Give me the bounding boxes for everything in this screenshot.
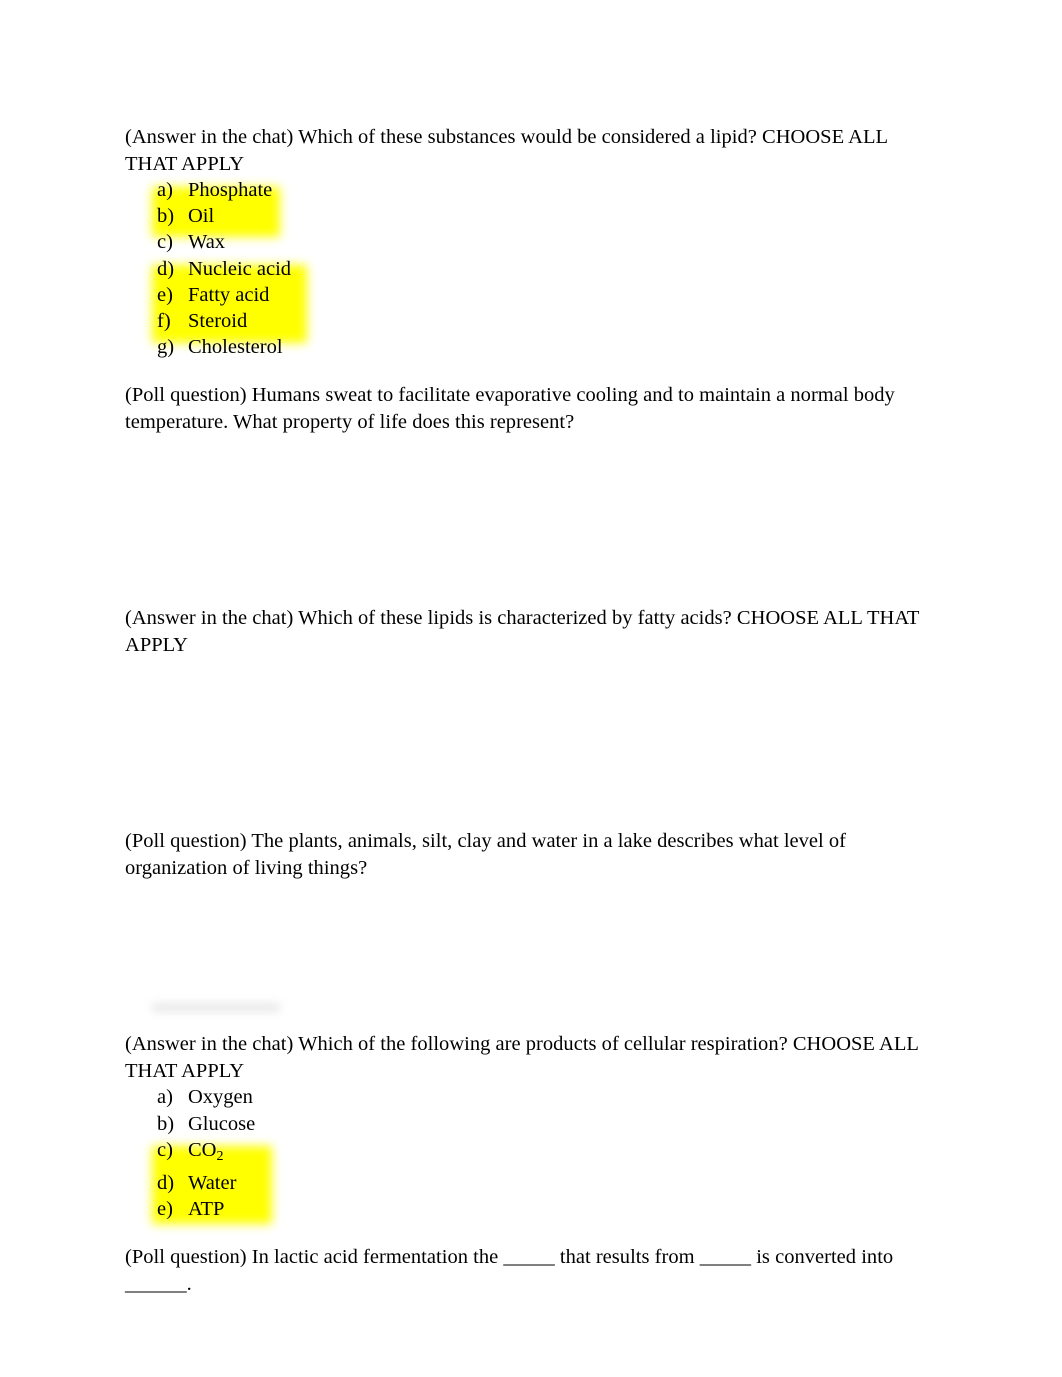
list-item: c) Wax [125,229,935,255]
question-3-prompt: (Answer in the chat) Which of these lipi… [125,607,920,656]
choice-marker: f) [157,310,171,333]
question-2-prompt: (Poll question) Humans sweat to facilita… [125,384,895,433]
choice-label: Glucose [188,1112,256,1135]
list-item: e) ATP [125,1196,935,1222]
choice-label: Fatty acid [188,283,270,306]
choice-marker: b) [157,205,175,228]
question-block-3: (Answer in the chat) Which of these lipi… [125,605,935,658]
choice-label: Cholesterol [188,336,283,359]
list-item: b) Oil [125,203,935,229]
list-item: d) Water [125,1170,935,1196]
list-item: a) Phosphate [125,177,935,203]
list-item: b) Glucose [125,1111,935,1137]
choice-marker: e) [157,1198,173,1221]
choice-label: Nucleic acid [188,257,292,280]
choice-marker: c) [157,1138,173,1161]
question-5-choices-wrap: a) Oxygen b) Glucose c) CO2 d) Water e) ATP [125,1084,935,1225]
question-5-choices: a) Oxygen b) Glucose c) CO2 d) Water e) ATP [125,1084,935,1222]
choice-label-subscript: 2 [216,1148,224,1164]
question-block-1: (Answer in the chat) Which of these subs… [125,124,935,360]
question-block-6: (Poll question) In lactic acid fermentat… [125,1244,935,1297]
choice-marker: e) [157,283,173,306]
question-6-prompt-line-1: (Poll question) In lactic acid fermentat… [125,1246,894,1269]
choice-label: CO [188,1138,217,1161]
choice-marker: b) [157,1112,175,1135]
list-item: e) Fatty acid [125,282,935,308]
choice-label: Phosphate [188,179,273,201]
residual-highlight-smudge [152,1003,280,1013]
choice-label: Steroid [188,310,248,333]
choice-marker: c) [157,231,173,254]
question-block-2: (Poll question) Humans sweat to facilita… [125,382,935,435]
list-item: g) Cholesterol [125,334,935,360]
list-item: f) Steroid [125,308,935,334]
question-1-prompt: (Answer in the chat) Which of these subs… [125,126,888,175]
choice-label: ATP [188,1198,225,1221]
question-block-5: (Answer in the chat) Which of the follow… [125,1003,935,1225]
choice-marker: a) [157,1086,173,1109]
choice-label: Water [188,1171,237,1194]
question-block-4: (Poll question) The plants, animals, sil… [125,828,935,881]
list-item: c) CO2 [125,1137,935,1170]
choice-marker: d) [157,1171,175,1194]
choice-marker: a) [157,179,173,201]
list-item: a) Oxygen [125,1084,935,1110]
question-1-choices: a) Phosphate b) Oil c) Wax d) Nucleic acid e… [125,177,935,360]
choice-marker: g) [157,336,175,359]
question-1-choices-wrap: a) Phosphate b) Oil c) Wax d) Nucleic acid e… [125,177,935,360]
question-4-prompt: (Poll question) The plants, animals, sil… [125,830,847,879]
choice-marker: d) [157,257,175,280]
document-body: (Answer in the chat) Which of these subs… [125,124,935,1297]
choice-label: Oxygen [188,1086,253,1109]
choice-label: Oil [188,205,215,228]
question-5-prompt: (Answer in the chat) Which of the follow… [125,1033,919,1082]
document-page: (Answer in the chat) Which of these subs… [0,0,1062,1377]
question-6-prompt-line-2: ______. [125,1272,192,1295]
choice-label: Wax [188,231,226,254]
list-item: d) Nucleic acid [125,256,935,282]
